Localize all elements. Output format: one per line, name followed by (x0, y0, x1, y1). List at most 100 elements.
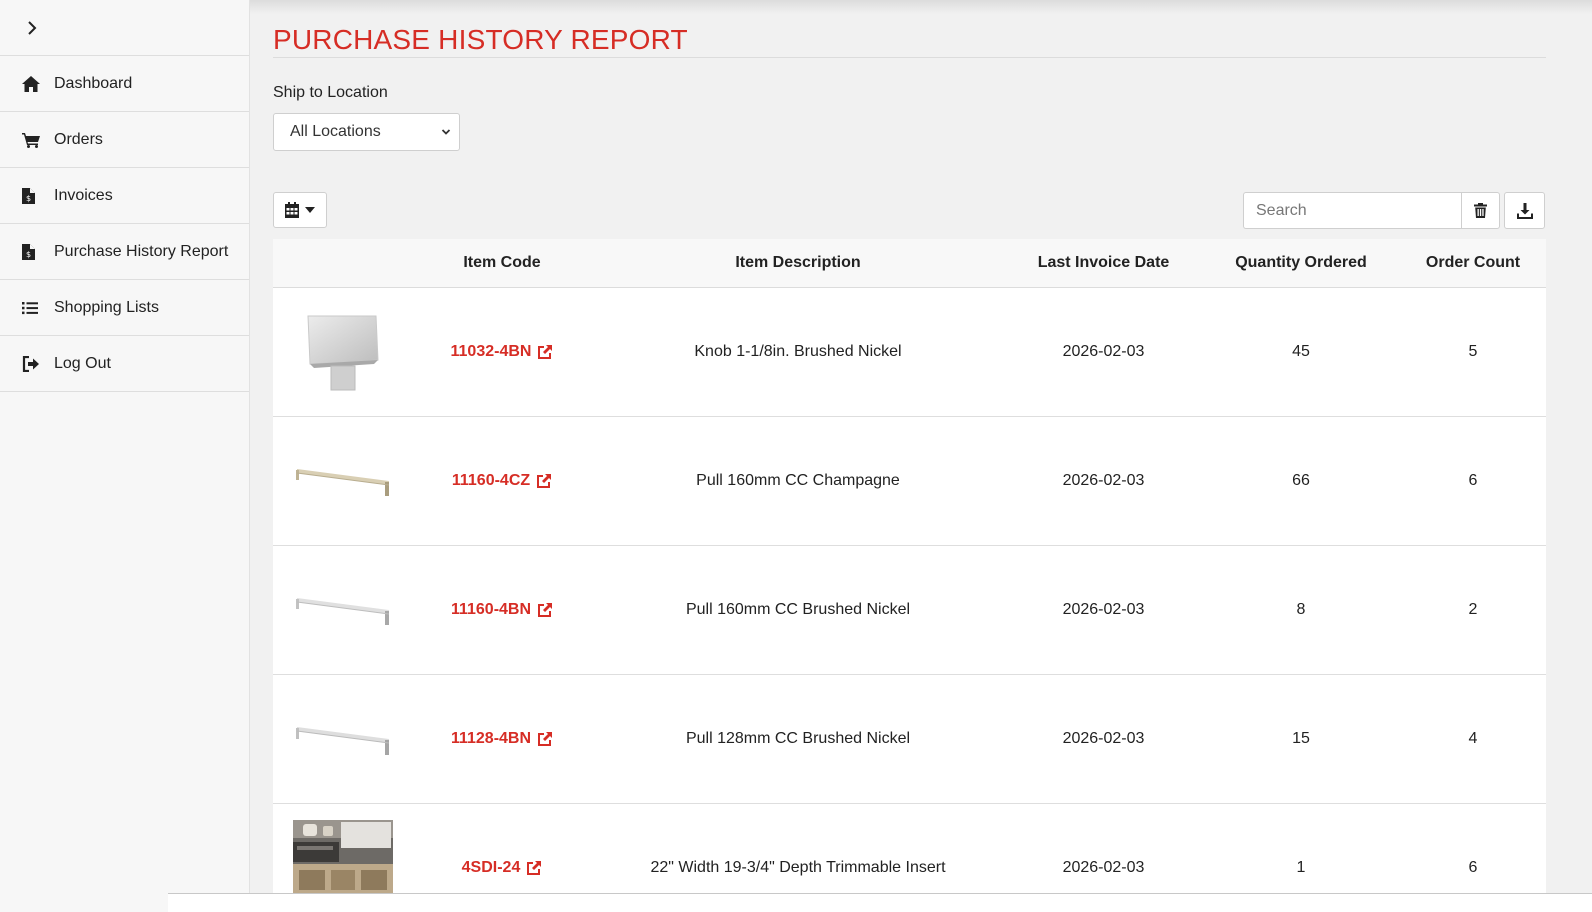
chevron-down-icon (441, 129, 451, 135)
last-invoice-date: 2026-02-03 (1062, 472, 1145, 489)
last-invoice-date: 2026-02-03 (1062, 859, 1145, 876)
pull-image (296, 598, 390, 625)
external-link-icon (538, 732, 553, 746)
last-invoice-date: 2026-02-03 (1062, 730, 1145, 747)
external-link-icon (538, 603, 553, 617)
table-row: 11128-4BN Pull 128mm CC Brushed Nickel 2… (273, 675, 1546, 804)
sidebar-item-label: Orders (54, 130, 103, 148)
sidebar-toggle-button[interactable] (0, 0, 249, 56)
sidebar-item-orders[interactable]: Orders (0, 112, 249, 168)
external-link-icon (538, 345, 553, 359)
invoice-icon: $ (22, 187, 54, 204)
knob-image (307, 315, 379, 391)
caret-down-icon (305, 207, 315, 213)
pull-image (296, 469, 390, 496)
page-title: PURCHASE HISTORY REPORT (273, 24, 688, 55)
product-image (273, 461, 413, 501)
product-image (273, 590, 413, 630)
sidebar-item-label: Shopping Lists (54, 298, 159, 316)
item-code-link[interactable]: 11160-4CZ (452, 472, 552, 490)
table-header: Item Code Item Description Last Invoice … (273, 239, 1546, 288)
order-count: 6 (1468, 472, 1478, 489)
item-code-link[interactable]: 11160-4BN (451, 601, 553, 619)
sidebar-item-label: Invoices (54, 186, 113, 204)
item-description: 22" Width 19-3/4" Depth Trimmable Insert (650, 859, 946, 876)
bottom-overlay (168, 893, 1592, 912)
sidebar-item-shopping-lists[interactable]: Shopping Lists (0, 280, 249, 336)
location-select[interactable]: All Locations (273, 113, 460, 151)
pull-image (296, 727, 390, 755)
item-code-text: 11160-4BN (450, 601, 532, 618)
quantity-ordered: 1 (1296, 859, 1306, 876)
item-description: Pull 160mm CC Champagne (696, 472, 900, 489)
column-header-last-invoice-date[interactable]: Last Invoice Date (1005, 254, 1202, 272)
table-row: 11160-4CZ Pull 160mm CC Champagne 2026-0… (273, 417, 1546, 546)
sidebar-item-label: Dashboard (54, 74, 133, 92)
logout-icon (22, 355, 54, 372)
sidebar-item-dashboard[interactable]: Dashboard (0, 56, 249, 112)
order-count: 4 (1468, 730, 1478, 747)
calendar-icon (285, 202, 299, 218)
last-invoice-date: 2026-02-03 (1062, 343, 1145, 360)
svg-text:$: $ (26, 250, 31, 259)
column-header-order-count[interactable]: Order Count (1400, 254, 1546, 272)
cart-icon (22, 132, 54, 148)
table-row: 11032-4BN Knob 1-1/8in. Brushed Nickel 2… (273, 288, 1546, 417)
order-count: 2 (1468, 601, 1478, 618)
order-count: 6 (1468, 859, 1478, 876)
item-code-link[interactable]: 11128-4BN (451, 730, 553, 748)
item-description: Knob 1-1/8in. Brushed Nickel (694, 343, 902, 360)
search-group (1243, 192, 1500, 229)
order-count: 5 (1468, 343, 1478, 360)
product-image (273, 312, 413, 392)
title-divider (273, 57, 1546, 58)
product-image (273, 719, 413, 759)
search-input[interactable] (1243, 192, 1461, 229)
item-code-text: 11160-4CZ (451, 472, 531, 489)
svg-text:$: $ (26, 194, 31, 203)
invoice-icon: $ (22, 243, 54, 260)
item-code-cell: 11160-4CZ (413, 472, 591, 490)
sidebar-item-purchase-history-report[interactable]: $ Purchase History Report (0, 224, 249, 280)
location-label: Ship to Location (273, 84, 388, 101)
item-code-link[interactable]: 4SDI-24 (462, 859, 543, 877)
quantity-ordered: 8 (1296, 601, 1306, 618)
product-image (273, 804, 413, 896)
sidebar-item-invoices[interactable]: $ Invoices (0, 168, 249, 224)
chevron-right-icon (28, 20, 37, 35)
drawer-insert-image (293, 820, 393, 896)
column-header-item-description[interactable]: Item Description (591, 254, 1005, 272)
last-invoice-date: 2026-02-03 (1062, 601, 1145, 618)
external-link-icon (537, 474, 552, 488)
item-code-link[interactable]: 11032-4BN (451, 343, 554, 361)
item-code-cell: 11160-4BN (413, 601, 591, 619)
quantity-ordered: 15 (1292, 730, 1310, 747)
sidebar-item-label: Purchase History Report (54, 242, 229, 260)
table-row: 11160-4BN Pull 160mm CC Brushed Nickel 2… (273, 546, 1546, 675)
sidebar: Dashboard Orders $ Invoices $ Purchase H… (0, 0, 250, 912)
date-range-button[interactable] (273, 192, 327, 228)
quantity-ordered: 45 (1292, 343, 1310, 360)
purchase-history-table: Item Code Item Description Last Invoice … (273, 239, 1546, 912)
list-icon (22, 301, 54, 315)
trash-icon (1474, 203, 1487, 218)
app-root: Dashboard Orders $ Invoices $ Purchase H… (0, 0, 1592, 912)
item-code-text: 11128-4BN (450, 730, 532, 747)
item-description: Pull 160mm CC Brushed Nickel (685, 601, 911, 618)
clear-search-button[interactable] (1461, 192, 1500, 229)
header-shadow (250, 0, 1592, 14)
download-button[interactable] (1504, 192, 1545, 229)
external-link-icon (527, 861, 542, 875)
item-code-cell: 11032-4BN (413, 343, 591, 361)
item-code-text: 4SDI-24 (461, 859, 521, 876)
column-header-item-code[interactable]: Item Code (413, 254, 591, 272)
sidebar-item-log-out[interactable]: Log Out (0, 336, 249, 392)
download-icon (1516, 202, 1533, 219)
item-code-cell: 4SDI-24 (413, 859, 591, 877)
home-icon (22, 75, 54, 92)
item-code-text: 11032-4BN (450, 343, 532, 360)
bottom-divider (168, 893, 1592, 894)
item-code-cell: 11128-4BN (413, 730, 591, 748)
item-description: Pull 128mm CC Brushed Nickel (685, 730, 911, 747)
column-header-quantity-ordered[interactable]: Quantity Ordered (1202, 254, 1400, 272)
